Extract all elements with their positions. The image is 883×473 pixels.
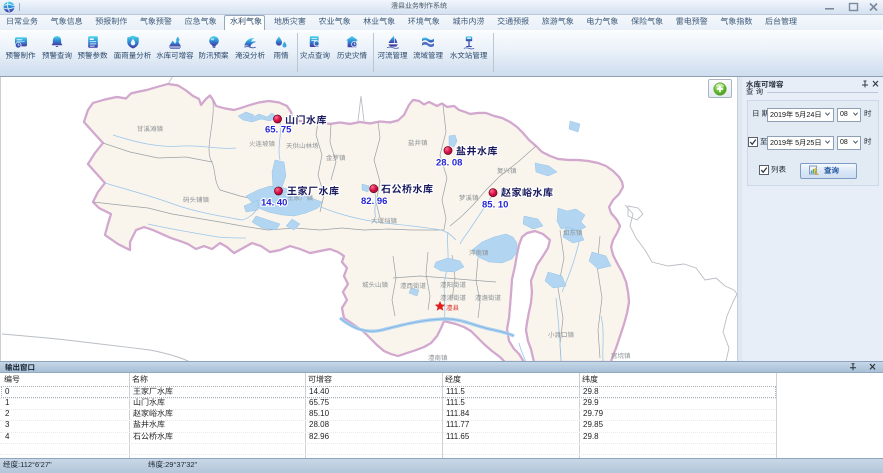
svg-text:石公桥水库: 石公桥水库 <box>381 184 434 196</box>
svg-text:澧澹街道: 澧澹街道 <box>475 294 502 302</box>
svg-text:城头山镇: 城头山镇 <box>362 281 389 289</box>
svg-text:火连坡镇: 火连坡镇 <box>249 140 276 148</box>
svg-text:澧县: 澧县 <box>446 304 460 312</box>
svg-text:复兴镇: 复兴镇 <box>497 167 517 175</box>
svg-text:金罗镇: 金罗镇 <box>326 154 346 162</box>
svg-text:码头铺镇: 码头铺镇 <box>183 196 210 204</box>
svg-text:澧西街道: 澧西街道 <box>400 282 427 290</box>
svg-text:澧浦街道: 澧浦街道 <box>440 294 467 302</box>
svg-text:甘溪滩镇: 甘溪滩镇 <box>137 125 164 133</box>
svg-text:14. 40: 14. 40 <box>261 198 287 209</box>
svg-text:涔南镇: 涔南镇 <box>469 249 489 257</box>
svg-text:盐井镇: 盐井镇 <box>408 139 428 147</box>
svg-text:85. 10: 85. 10 <box>482 200 508 211</box>
svg-text:官垸镇: 官垸镇 <box>611 352 631 360</box>
svg-text:65. 75: 65. 75 <box>265 125 292 136</box>
svg-text:28. 08: 28. 08 <box>436 158 462 169</box>
svg-text:天供山林场: 天供山林场 <box>286 142 319 150</box>
svg-text:82. 96: 82. 96 <box>361 196 387 207</box>
svg-text:梦溪镇: 梦溪镇 <box>459 194 479 202</box>
svg-text:澧南镇: 澧南镇 <box>428 354 448 361</box>
svg-text:赵家峪水库: 赵家峪水库 <box>501 187 554 199</box>
svg-text:澧阳街道: 澧阳街道 <box>440 281 467 289</box>
svg-text:小渡口镇: 小渡口镇 <box>548 331 575 339</box>
svg-text:盐井水库: 盐井水库 <box>456 146 498 158</box>
svg-text:如东镇: 如东镇 <box>563 229 583 237</box>
svg-text:王家厂水库: 王家厂水库 <box>287 186 340 198</box>
svg-text:大堰垱镇: 大堰垱镇 <box>371 217 398 225</box>
